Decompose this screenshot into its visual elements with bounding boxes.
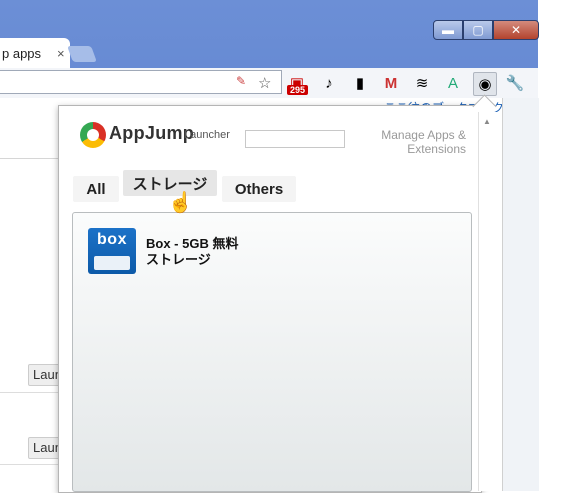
brand-title: AppJump	[109, 123, 195, 143]
lamp-icon[interactable]: ♪	[318, 72, 340, 94]
right-panel	[502, 98, 539, 491]
manage-apps-link[interactable]: Manage Apps & Extensions	[360, 128, 466, 156]
box-icon-text: box	[97, 231, 127, 248]
launcher-button-2[interactable]: Laun	[28, 437, 62, 459]
notebook-icon[interactable]: ▮	[349, 72, 371, 94]
app-name-line2: ストレージ	[146, 252, 211, 267]
divider	[0, 464, 60, 465]
appjump-icon[interactable]: ◉	[473, 72, 497, 96]
tab-all[interactable]: All	[73, 176, 119, 202]
box-icon[interactable]: box	[88, 228, 136, 274]
translate-a-icon[interactable]: A	[442, 72, 464, 94]
app-name: Box - 5GB 無料	[146, 236, 239, 251]
tab-others[interactable]: Others	[222, 176, 296, 202]
minimize-button[interactable]: ▬	[433, 20, 463, 40]
desktop-background	[538, 0, 566, 491]
translate-icon[interactable]: ✎	[236, 74, 246, 88]
box-icon-strip	[94, 256, 130, 270]
buffer-icon[interactable]: ≋	[411, 72, 433, 94]
launcher-button-1[interactable]: Laun	[28, 364, 62, 386]
tab-close-icon[interactable]: ×	[57, 46, 65, 61]
popup-scrollbar[interactable]	[478, 112, 497, 491]
tab-title: p apps	[2, 45, 42, 61]
window-controls: ▬ ▢ ✕	[433, 20, 539, 40]
gmail-icon[interactable]: M	[380, 72, 402, 94]
maximize-button[interactable]: ▢	[463, 20, 493, 40]
appjump-logo-icon	[80, 122, 106, 148]
star-icon[interactable]: ☆	[258, 74, 271, 92]
app-item-box[interactable]: Box - 5GB 無料 ストレージ	[146, 236, 238, 268]
divider	[0, 392, 60, 393]
hand-cursor-icon: ☝	[168, 192, 193, 214]
brand-subtitle: Launcher	[184, 129, 230, 141]
left-header-bar	[0, 128, 60, 159]
wrench-icon[interactable]: 🔧	[504, 72, 526, 94]
search-input[interactable]	[245, 130, 345, 148]
notification-badge: 295	[287, 85, 309, 95]
browser-tab[interactable]: p apps ×	[0, 38, 70, 68]
scroll-up-icon[interactable]: ▲	[483, 117, 491, 126]
close-button[interactable]: ✕	[493, 20, 539, 40]
